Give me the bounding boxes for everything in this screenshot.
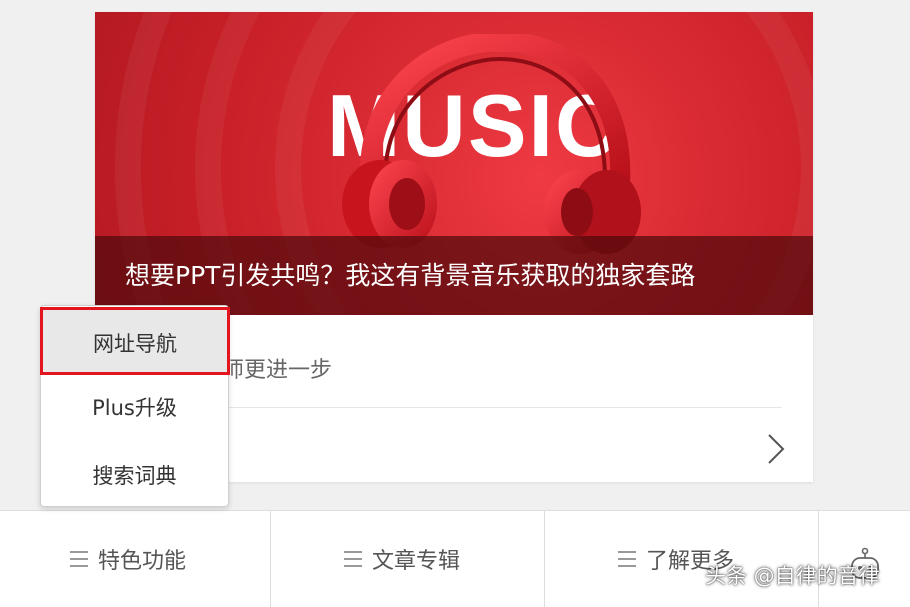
watermark: 头条 @自律的音律 — [705, 564, 880, 588]
menu-item-plus-upgrade[interactable]: Plus升级 — [41, 392, 228, 422]
bottom-nav: 特色功能 文章专辑 了解更多 — [0, 510, 910, 607]
caption-bar: 想要PPT引发共鸣？我这有背景音乐获取的独家套路 — [95, 236, 813, 315]
menu-item-site-nav[interactable]: 网址导航 — [40, 307, 230, 375]
chevron-right-icon[interactable] — [765, 432, 787, 466]
menu-icon — [618, 551, 636, 567]
article-title[interactable]: 想要PPT引发共鸣？我这有背景音乐获取的独家套路 — [125, 256, 695, 292]
article-banner[interactable]: MUSIC 想要PPT引发共鸣？我这有背景音乐获取的独家套路 — [95, 12, 813, 315]
nav-separator — [270, 511, 271, 607]
divider — [200, 407, 782, 408]
nav-separator — [544, 511, 545, 607]
nav-item-features[interactable]: 特色功能 — [70, 539, 186, 579]
nav-separator — [818, 511, 819, 607]
nav-label: 特色功能 — [98, 549, 187, 574]
headphones-icon — [342, 34, 641, 254]
menu-icon — [70, 551, 88, 567]
menu-item-search-dictionary[interactable]: 搜索词典 — [41, 460, 228, 490]
nav-item-albums[interactable]: 文章专辑 — [344, 539, 460, 579]
dropdown-menu: 网址导航 Plus升级 搜索词典 — [40, 305, 230, 507]
menu-icon — [344, 551, 362, 567]
nav-label: 文章专辑 — [372, 549, 461, 574]
